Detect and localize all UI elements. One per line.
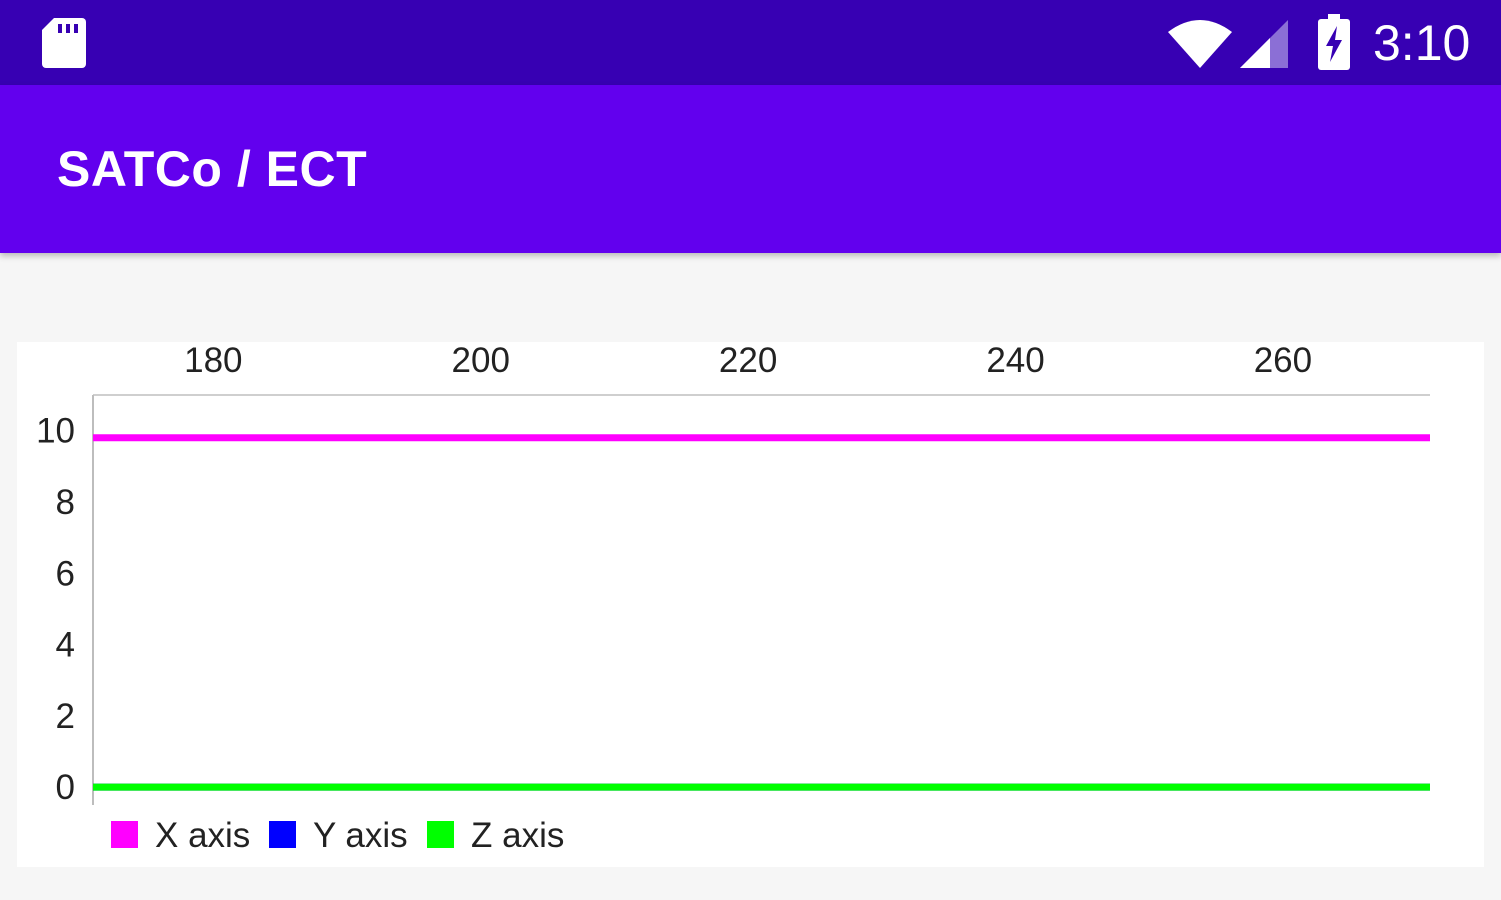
x-tick-label: 260 — [1254, 342, 1312, 380]
wifi-icon — [1168, 20, 1232, 68]
battery-charging-icon — [1318, 14, 1350, 70]
signal-icon — [1240, 20, 1288, 68]
line-chart: 180 200 220 240 260 0 2 4 6 8 10 X axis Y axis Z ax… — [36, 342, 1430, 855]
chart-card: 180 200 220 240 260 0 2 4 6 8 10 X axis Y axis Z ax… — [17, 342, 1484, 867]
x-tick-label: 200 — [452, 342, 510, 380]
chart-series — [93, 434, 1430, 791]
legend-label-z-axis: Z axis — [471, 816, 564, 855]
app-title: SATCo / ECT — [57, 141, 368, 197]
x-tick-label: 220 — [719, 342, 777, 380]
sd-card-icon — [42, 18, 86, 68]
chart-legend: X axis Y axis Z axis — [111, 816, 564, 855]
status-time: 3:10 — [1373, 15, 1471, 71]
y-tick-label: 8 — [56, 483, 75, 522]
y-tick-label: 6 — [56, 554, 75, 593]
legend-swatch-x-axis — [111, 821, 138, 848]
y-tick-label: 2 — [56, 697, 75, 736]
legend-swatch-z-axis — [427, 821, 454, 848]
status-bar: 3:10 — [0, 0, 1501, 85]
legend-swatch-y-axis — [269, 821, 296, 848]
y-tick-label: 10 — [36, 412, 75, 451]
app-bar: SATCo / ECT — [0, 85, 1501, 253]
legend-label-x-axis: X axis — [155, 816, 250, 855]
y-axis-tick-labels: 0 2 4 6 8 10 — [36, 412, 75, 808]
x-tick-label: 240 — [986, 342, 1044, 380]
y-tick-label: 4 — [56, 626, 75, 665]
legend-label-y-axis: Y axis — [313, 816, 408, 855]
x-axis-tick-labels: 180 200 220 240 260 — [184, 342, 1312, 380]
x-tick-label: 180 — [184, 342, 242, 380]
y-tick-label: 0 — [56, 768, 75, 807]
